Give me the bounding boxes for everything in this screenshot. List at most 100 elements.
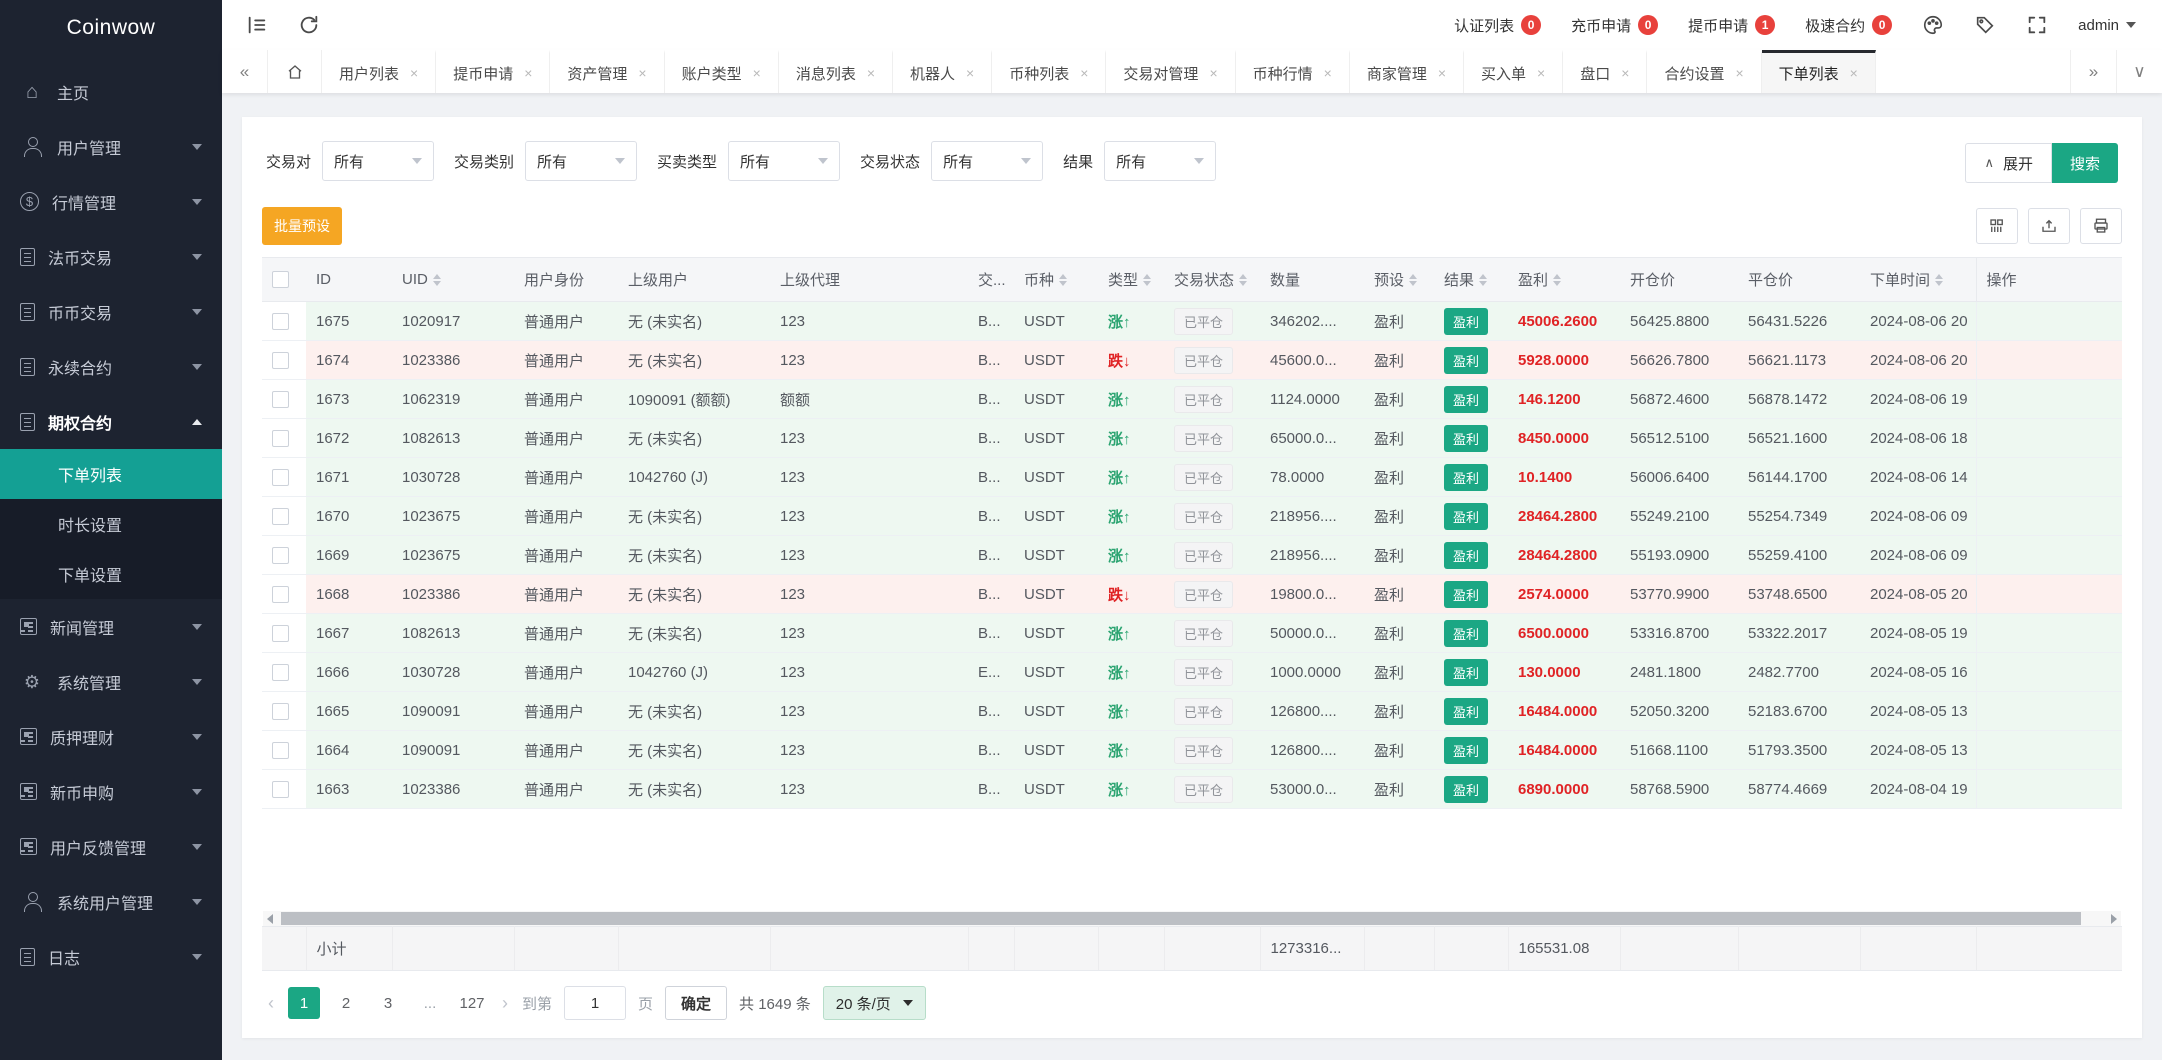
- topbar-link-deposit-requests[interactable]: 充币申请 0: [1571, 15, 1658, 36]
- sidebar-item[interactable]: 用户反馈管理: [0, 819, 222, 874]
- close-icon[interactable]: ×: [1537, 65, 1545, 81]
- tab[interactable]: 提币申请 ×: [436, 50, 550, 93]
- sidebar-item[interactable]: 永续合约: [0, 339, 222, 394]
- select-all-checkbox[interactable]: [272, 271, 289, 288]
- refresh-icon[interactable]: [298, 14, 320, 36]
- topbar-link-auth-list[interactable]: 认证列表 0: [1454, 15, 1541, 36]
- filter-select[interactable]: 所有: [525, 141, 637, 181]
- row-checkbox[interactable]: [272, 352, 289, 369]
- tab[interactable]: 下单列表 ×: [1762, 50, 1876, 93]
- tabs-scroll-right-button[interactable]: »: [2070, 50, 2116, 93]
- row-checkbox[interactable]: [272, 625, 289, 642]
- row-checkbox[interactable]: [272, 508, 289, 525]
- sort-icon[interactable]: [1239, 274, 1247, 286]
- column-header[interactable]: 盈利: [1508, 258, 1620, 302]
- sidebar-item[interactable]: 期权合约: [0, 394, 222, 449]
- column-header[interactable]: 预设: [1364, 258, 1434, 302]
- close-icon[interactable]: ×: [1850, 65, 1858, 81]
- column-header[interactable]: 下单时间: [1860, 258, 1976, 302]
- tab[interactable]: 币种列表 ×: [992, 50, 1106, 93]
- export-button[interactable]: [2028, 208, 2070, 244]
- page-number-button[interactable]: ...: [414, 987, 446, 1019]
- close-icon[interactable]: ×: [1735, 65, 1743, 81]
- close-icon[interactable]: ×: [638, 65, 646, 81]
- search-button[interactable]: 搜索: [2052, 143, 2118, 183]
- filter-select[interactable]: 所有: [728, 141, 840, 181]
- sidebar-item[interactable]: 新币申购: [0, 764, 222, 819]
- row-checkbox[interactable]: [272, 703, 289, 720]
- expand-filters-button[interactable]: ∧ 展开: [1965, 143, 2052, 183]
- goto-page-input[interactable]: [564, 986, 626, 1020]
- column-header[interactable]: 开仓价: [1620, 258, 1738, 302]
- sidebar-item[interactable]: 行情管理: [0, 174, 222, 229]
- filter-select[interactable]: 所有: [1104, 141, 1216, 181]
- sort-icon[interactable]: [1409, 274, 1417, 286]
- column-header[interactable]: 上级代理: [770, 258, 968, 302]
- sidebar-item[interactable]: 日志: [0, 929, 222, 984]
- tabs-scroll-left-button[interactable]: «: [222, 50, 268, 93]
- row-checkbox[interactable]: [272, 664, 289, 681]
- sort-icon[interactable]: [1143, 274, 1151, 286]
- sidebar-item[interactable]: 法币交易: [0, 229, 222, 284]
- close-icon[interactable]: ×: [410, 65, 418, 81]
- confirm-page-button[interactable]: 确定: [665, 986, 727, 1020]
- sidebar-item[interactable]: 下单设置: [0, 549, 222, 599]
- column-header[interactable]: 操作: [1976, 258, 2122, 302]
- tab[interactable]: 消息列表 ×: [779, 50, 893, 93]
- row-checkbox[interactable]: [272, 547, 289, 564]
- sidebar-item[interactable]: 时长设置: [0, 499, 222, 549]
- batch-preset-button[interactable]: 批量预设: [262, 207, 342, 245]
- tab[interactable]: 资产管理 ×: [550, 50, 664, 93]
- sidebar-item[interactable]: 主页: [0, 64, 222, 119]
- column-header[interactable]: 交...: [968, 258, 1014, 302]
- home-tab[interactable]: [268, 50, 322, 93]
- column-header[interactable]: 数量: [1260, 258, 1364, 302]
- column-settings-button[interactable]: [1976, 208, 2018, 244]
- next-page-button[interactable]: ›: [500, 993, 510, 1014]
- sort-icon[interactable]: [1059, 274, 1067, 286]
- tab[interactable]: 币种行情 ×: [1236, 50, 1350, 93]
- sidebar-item[interactable]: 系统用户管理: [0, 874, 222, 929]
- row-checkbox[interactable]: [272, 430, 289, 447]
- column-header[interactable]: 用户身份: [514, 258, 618, 302]
- tag-icon[interactable]: [1974, 14, 1996, 36]
- topbar-link-withdraw-requests[interactable]: 提币申请 1: [1688, 15, 1775, 36]
- row-checkbox[interactable]: [272, 313, 289, 330]
- close-icon[interactable]: ×: [867, 65, 875, 81]
- column-header[interactable]: UID: [392, 258, 514, 302]
- print-button[interactable]: [2080, 208, 2122, 244]
- tab[interactable]: 用户列表 ×: [322, 50, 436, 93]
- fullscreen-icon[interactable]: [2026, 14, 2048, 36]
- admin-menu[interactable]: admin: [2078, 17, 2136, 34]
- column-header[interactable]: ID: [306, 258, 392, 302]
- filter-select[interactable]: 所有: [931, 141, 1043, 181]
- close-icon[interactable]: ×: [1438, 65, 1446, 81]
- page-size-select[interactable]: 20 条/页: [823, 986, 926, 1020]
- tab[interactable]: 买入单 ×: [1464, 50, 1563, 93]
- close-icon[interactable]: ×: [966, 65, 974, 81]
- close-icon[interactable]: ×: [753, 65, 761, 81]
- sidebar-item[interactable]: 币币交易: [0, 284, 222, 339]
- close-icon[interactable]: ×: [1324, 65, 1332, 81]
- row-checkbox[interactable]: [272, 586, 289, 603]
- sort-icon[interactable]: [1935, 274, 1943, 286]
- column-header[interactable]: 类型: [1098, 258, 1164, 302]
- row-checkbox[interactable]: [272, 742, 289, 759]
- tab[interactable]: 交易对管理 ×: [1106, 50, 1235, 93]
- sort-icon[interactable]: [433, 274, 441, 286]
- close-icon[interactable]: ×: [1621, 65, 1629, 81]
- row-checkbox[interactable]: [272, 781, 289, 798]
- scroll-left-arrow-icon[interactable]: [267, 914, 273, 924]
- sidebar-item[interactable]: 系统管理: [0, 654, 222, 709]
- scroll-right-arrow-icon[interactable]: [2111, 914, 2117, 924]
- sidebar-item[interactable]: 质押理财: [0, 709, 222, 764]
- tab[interactable]: 商家管理 ×: [1350, 50, 1464, 93]
- row-checkbox[interactable]: [272, 391, 289, 408]
- close-icon[interactable]: ×: [1080, 65, 1088, 81]
- collapse-menu-icon[interactable]: [246, 14, 268, 36]
- column-header[interactable]: 平仓价: [1738, 258, 1860, 302]
- column-header[interactable]: 交易状态: [1164, 258, 1260, 302]
- row-checkbox[interactable]: [272, 469, 289, 486]
- tab[interactable]: 合约设置 ×: [1647, 50, 1761, 93]
- tab[interactable]: 盘口 ×: [1563, 50, 1647, 93]
